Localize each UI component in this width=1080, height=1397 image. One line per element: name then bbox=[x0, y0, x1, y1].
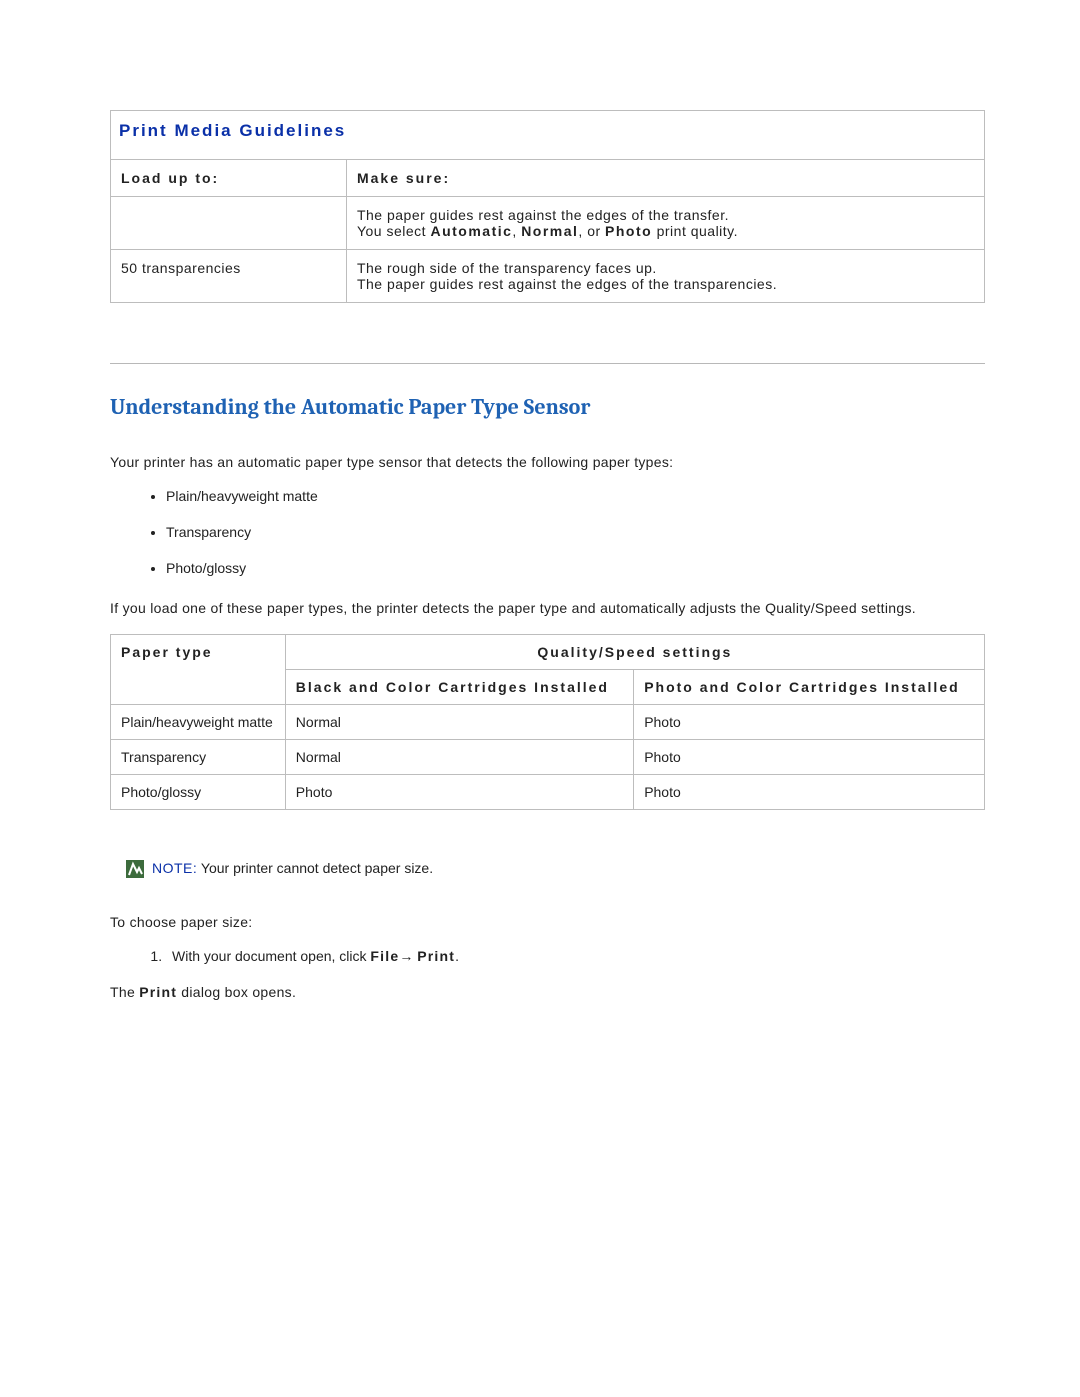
note-label: NOTE: bbox=[152, 860, 197, 876]
column-header-papertype: Paper type bbox=[111, 635, 286, 705]
cell-black: Normal bbox=[285, 705, 633, 740]
document-page: Print Media Guidelines Load up to: Make … bbox=[0, 0, 1080, 1078]
cell-paper: Plain/heavyweight matte bbox=[111, 705, 286, 740]
cell-paper: Photo/glossy bbox=[111, 775, 286, 810]
column-header-load: Load up to: bbox=[111, 160, 347, 197]
intro-paragraph: Your printer has an automatic paper type… bbox=[110, 454, 985, 470]
note-icon bbox=[126, 860, 144, 878]
cell-makesure-2: The rough side of the transparency faces… bbox=[346, 250, 984, 303]
choose-lead: To choose paper size: bbox=[110, 914, 985, 930]
cell-paper: Transparency bbox=[111, 740, 286, 775]
line: The paper guides rest against the edges … bbox=[357, 276, 974, 292]
list-item: Transparency bbox=[166, 524, 985, 540]
paper-types-list: Plain/heavyweight matte Transparency Pho… bbox=[110, 488, 985, 576]
table-row: Transparency Normal Photo bbox=[111, 740, 985, 775]
column-header-photo: Photo and Color Cartridges Installed bbox=[634, 670, 985, 705]
separator bbox=[110, 363, 985, 364]
cell-black: Normal bbox=[285, 740, 633, 775]
line: The paper guides rest against the edges … bbox=[357, 207, 974, 223]
cell-load-empty bbox=[111, 197, 347, 250]
cell-photo: Photo bbox=[634, 740, 985, 775]
print-media-guidelines-table: Print Media Guidelines Load up to: Make … bbox=[110, 110, 985, 303]
line: You select Automatic, Normal, or Photo p… bbox=[357, 223, 974, 239]
section-heading: Understanding the Automatic Paper Type S… bbox=[110, 394, 985, 420]
column-header-black: Black and Color Cartridges Installed bbox=[285, 670, 633, 705]
column-header-makesure: Make sure: bbox=[346, 160, 984, 197]
cell-load-transparencies: 50 transparencies bbox=[111, 250, 347, 303]
cell-photo: Photo bbox=[634, 705, 985, 740]
quality-speed-table: Paper type Quality/Speed settings Black … bbox=[110, 634, 985, 810]
table-row: Plain/heavyweight matte Normal Photo bbox=[111, 705, 985, 740]
body-paragraph: If you load one of these paper types, th… bbox=[110, 600, 985, 616]
table-row: 50 transparencies The rough side of the … bbox=[111, 250, 985, 303]
note-text: NOTE: Your printer cannot detect paper s… bbox=[152, 860, 433, 876]
step-item: With your document open, click File→ Pri… bbox=[166, 948, 985, 964]
line: The rough side of the transparency faces… bbox=[357, 260, 974, 276]
table-row: Photo/glossy Photo Photo bbox=[111, 775, 985, 810]
step-substep: The Print dialog box opens. bbox=[110, 984, 985, 1000]
steps-list: With your document open, click File→ Pri… bbox=[110, 948, 985, 964]
column-header-settings: Quality/Speed settings bbox=[285, 635, 984, 670]
list-item: Plain/heavyweight matte bbox=[166, 488, 985, 504]
cell-photo: Photo bbox=[634, 775, 985, 810]
table-row: The paper guides rest against the edges … bbox=[111, 197, 985, 250]
table-title: Print Media Guidelines bbox=[111, 111, 985, 160]
cell-makesure-1: The paper guides rest against the edges … bbox=[346, 197, 984, 250]
cell-black: Photo bbox=[285, 775, 633, 810]
note-block: NOTE: Your printer cannot detect paper s… bbox=[126, 860, 985, 878]
list-item: Photo/glossy bbox=[166, 560, 985, 576]
